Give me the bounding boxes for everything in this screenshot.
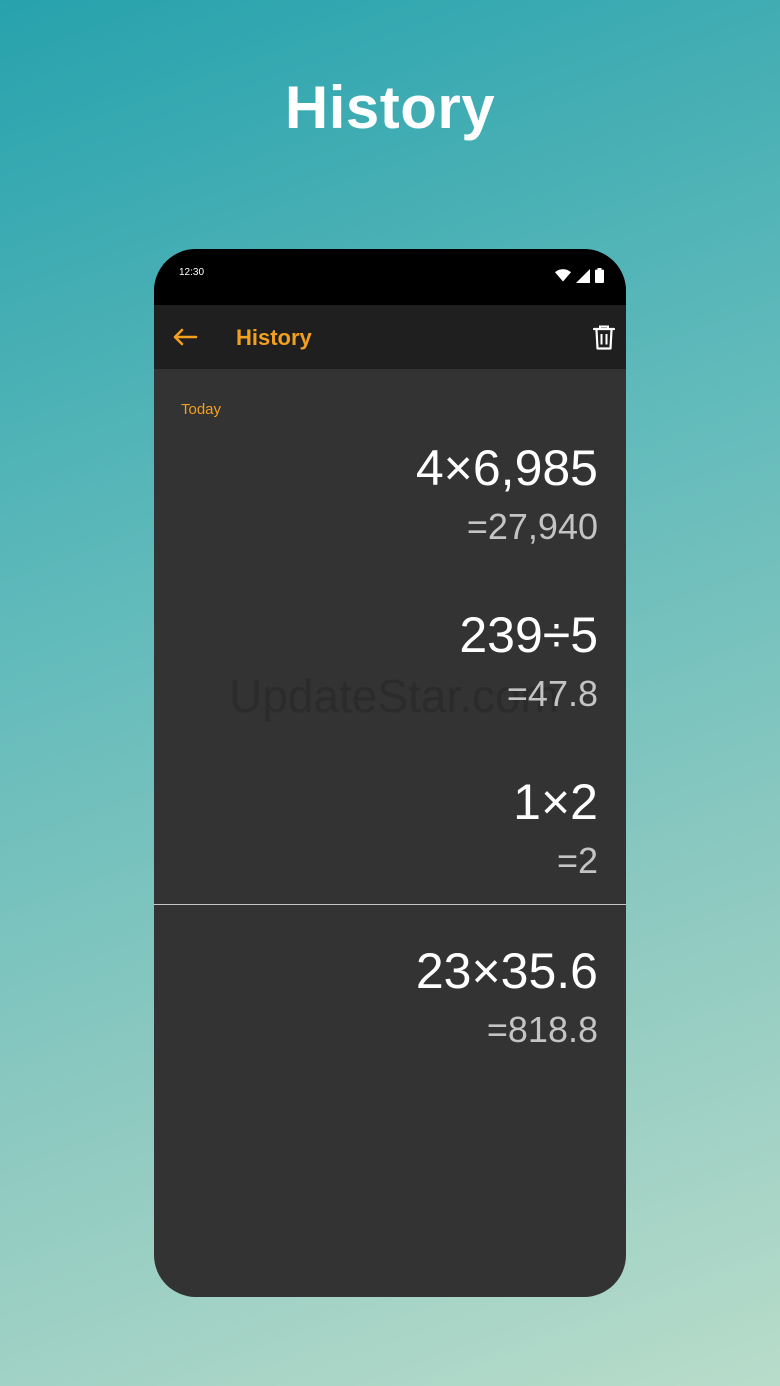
- trash-icon: [593, 325, 615, 350]
- app-bar: History: [154, 305, 626, 369]
- promo-title: History: [284, 74, 496, 141]
- delete-history-button[interactable]: [590, 323, 618, 351]
- history-entry[interactable]: 4×6,985 =27,940: [416, 439, 598, 549]
- history-entry[interactable]: 239÷5 =47.8: [459, 606, 598, 716]
- current-result: =818.8: [486, 1009, 598, 1050]
- status-icons: [555, 268, 604, 283]
- current-calculation[interactable]: 23×35.6 =818.8: [416, 942, 598, 1052]
- cell-signal-icon: [576, 268, 590, 283]
- wifi-icon: [555, 269, 571, 282]
- history-result: =47.8: [506, 673, 598, 714]
- app-bar-title: History: [236, 325, 312, 350]
- history-expression: 1×2: [513, 774, 598, 830]
- history-result: =27,940: [466, 506, 598, 547]
- history-expression: 4×6,985: [415, 440, 598, 496]
- section-label-today: Today: [181, 401, 222, 418]
- history-entry[interactable]: 1×2 =2: [513, 773, 598, 883]
- history-divider: [154, 904, 626, 905]
- history-result: =2: [556, 840, 598, 881]
- current-expression: 23×35.6: [415, 943, 598, 999]
- status-bar: 12:30: [154, 249, 626, 305]
- battery-icon: [595, 268, 604, 283]
- status-time: 12:30: [179, 267, 205, 278]
- back-button[interactable]: [168, 323, 202, 351]
- phone-frame: 12:30 History Today UpdateStar.com 4×6,9…: [154, 249, 626, 1297]
- arrow-left-icon: [173, 328, 198, 346]
- history-expression: 239÷5: [459, 607, 598, 663]
